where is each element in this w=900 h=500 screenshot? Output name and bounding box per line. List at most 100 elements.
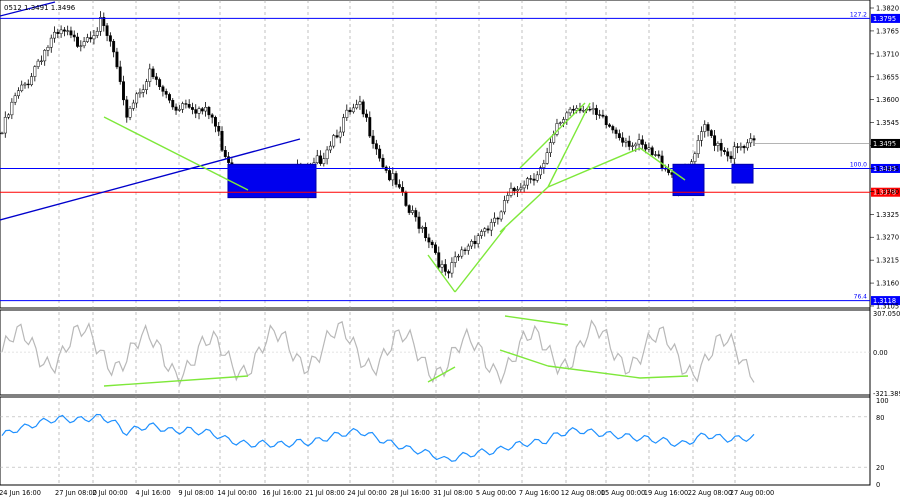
x-tick-label: 31 Jul 08:00: [433, 489, 473, 497]
candle-body: [627, 140, 631, 147]
x-tick-label: 2 Jul 00:00: [92, 489, 127, 497]
candle-body: [470, 241, 474, 247]
candle-body: [200, 108, 204, 112]
candle-body: [161, 86, 165, 92]
price-tick-label: 1.3600: [876, 96, 899, 104]
candle-body: [82, 41, 86, 47]
candle-body: [30, 76, 34, 86]
candle-body: [26, 83, 30, 86]
candle-body: [502, 200, 506, 213]
x-tick-label: 7 Aug 16:00: [519, 489, 559, 497]
rsi-tick-label: 0: [876, 481, 880, 489]
cci-tick-label: 0.00: [873, 349, 888, 357]
candle-body: [562, 119, 565, 124]
candle-body: [204, 106, 208, 112]
candle-body: [460, 249, 464, 257]
price-tick-label: 1.3215: [876, 257, 899, 265]
candle-body: [315, 155, 319, 163]
x-tick-label: 22 Aug 08:00: [688, 489, 732, 497]
candle-body: [732, 146, 736, 159]
rsi-panel: [0, 396, 871, 486]
candle-body: [424, 226, 428, 239]
candle-body: [338, 131, 342, 138]
candle-body: [548, 142, 552, 153]
candle-body: [13, 95, 17, 103]
candle-body: [463, 249, 467, 251]
candle-body: [49, 37, 53, 48]
candle-body: [394, 173, 398, 185]
x-tick-label: 21 Jul 08:00: [305, 489, 345, 497]
candle-body: [374, 143, 378, 150]
candle-body: [358, 101, 362, 105]
candle-body: [66, 30, 70, 32]
candle-body: [404, 192, 408, 206]
fib-level-label: 100.0: [850, 161, 867, 168]
cci-panel: [0, 309, 871, 396]
candle-body: [696, 140, 700, 155]
price-tick-label: 1.3270: [876, 234, 899, 242]
candle-body: [716, 143, 720, 146]
candle-body: [36, 60, 40, 67]
candle-body: [95, 31, 99, 36]
candle-body: [154, 76, 158, 80]
candle-body: [529, 178, 533, 180]
x-tick-label: 24 Jul 00:00: [347, 489, 387, 497]
candle-body: [187, 104, 191, 108]
candle-body: [581, 110, 585, 112]
candle-body: [207, 106, 211, 116]
x-tick-label: 19 Aug 16:00: [644, 489, 688, 497]
candle-body: [53, 31, 56, 39]
candle-body: [191, 107, 194, 110]
x-tick-label: 24 Jun 16:00: [0, 489, 41, 497]
candle-body: [33, 66, 37, 77]
price-tick-label: 1.3655: [876, 73, 899, 81]
candle-body: [644, 144, 648, 150]
candle-body: [223, 150, 227, 157]
candle-body: [99, 17, 102, 32]
candle-body: [713, 135, 717, 146]
candle-body: [388, 170, 391, 181]
candle-body: [742, 146, 746, 149]
candle-body: [62, 29, 66, 32]
candle-body: [151, 68, 155, 78]
fib-level-label: 76.4: [854, 294, 868, 301]
candle-body: [525, 178, 529, 186]
x-tick-label: 5 Aug 00:00: [476, 489, 516, 497]
candle-body: [736, 146, 740, 148]
candle-body: [516, 189, 520, 192]
candle-body: [634, 143, 638, 147]
candle-body: [213, 117, 217, 127]
candle-body: [476, 235, 480, 245]
candle-body: [411, 210, 414, 213]
candle-body: [450, 262, 454, 274]
candle-body: [112, 41, 116, 53]
candle-body: [506, 195, 510, 201]
candle-body: [391, 173, 395, 181]
candle-body: [72, 34, 76, 38]
candle-body: [443, 264, 447, 272]
rsi-tick-label: 80: [876, 414, 884, 422]
candle-body: [631, 145, 634, 147]
candle-body: [89, 37, 93, 40]
candle-body: [335, 135, 339, 138]
candle-body: [141, 89, 145, 93]
candle-body: [69, 30, 73, 36]
candle-body: [522, 184, 526, 189]
rsi-tick-label: 20: [876, 464, 884, 472]
candle-body: [128, 108, 132, 118]
candle-body: [131, 102, 135, 109]
candle-body: [164, 91, 168, 95]
candle-body: [397, 184, 401, 188]
candle-body: [361, 101, 365, 115]
zone-box: [672, 163, 705, 197]
candle-body: [594, 108, 598, 115]
candle-body: [624, 140, 628, 143]
cci-tick-label: 307.0503: [873, 310, 900, 318]
candle-body: [220, 130, 224, 151]
candle-body: [650, 147, 654, 155]
price-panel: [0, 0, 871, 309]
candle-body: [611, 126, 615, 131]
candle-body: [558, 122, 562, 124]
candle-body: [588, 108, 592, 111]
candle-body: [76, 36, 79, 47]
